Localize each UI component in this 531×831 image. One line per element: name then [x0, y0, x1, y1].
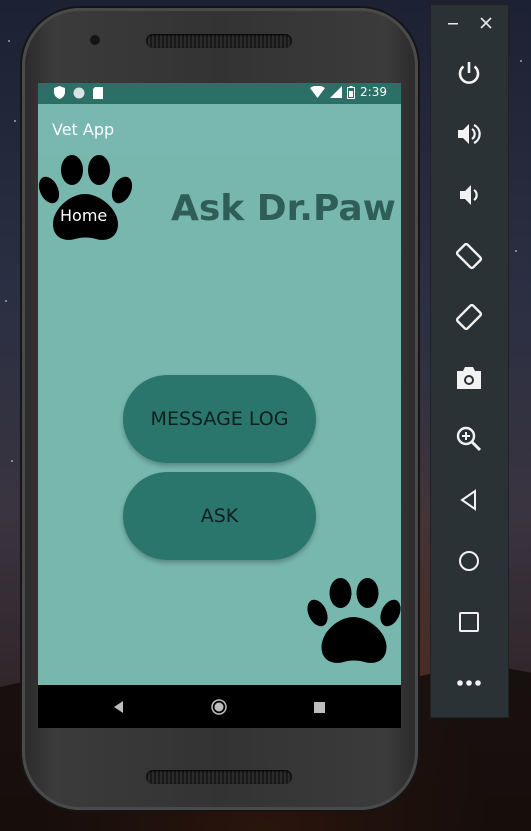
battery-icon — [347, 85, 356, 99]
volume-up-icon — [458, 124, 481, 144]
bottom-speaker — [146, 770, 292, 784]
main-content: Home Ask Dr.Paw MESSAGE LOG ASK — [38, 154, 401, 685]
nav-back-button[interactable] — [108, 696, 130, 718]
paw-icon — [38, 155, 133, 240]
minimize-button[interactable] — [445, 15, 461, 31]
emulator-panel — [431, 5, 508, 717]
ask-button[interactable]: ASK — [123, 472, 316, 560]
top-speaker — [146, 34, 292, 48]
close-button[interactable] — [478, 15, 494, 31]
camera-icon — [457, 367, 481, 389]
rotate-right-icon — [455, 303, 483, 331]
navigation-bar — [38, 685, 401, 728]
power-button[interactable] — [451, 55, 487, 91]
status-bar-system: 2:39 — [310, 85, 387, 99]
status-bar: 2:39 — [38, 83, 401, 104]
front-camera — [90, 35, 100, 45]
home-icon — [459, 551, 479, 571]
power-icon — [458, 62, 480, 84]
rotate-right-button[interactable] — [451, 299, 487, 335]
star — [520, 60, 522, 62]
panel-home-button[interactable] — [451, 543, 487, 579]
page-title: Ask Dr.Paw — [171, 188, 396, 229]
phone-screen: 2:39 Vet App Home Ask Dr.Paw MESSAGE LOG… — [38, 83, 401, 728]
more-button[interactable] — [451, 665, 487, 701]
home-label: Home — [60, 206, 108, 225]
more-icon — [457, 680, 481, 686]
shield-icon — [54, 86, 65, 99]
minimize-icon — [448, 23, 458, 25]
volume-down-icon — [460, 185, 478, 205]
nav-recents-button[interactable] — [308, 696, 330, 718]
back-icon — [460, 489, 476, 511]
star — [5, 300, 7, 302]
status-time: 2:39 — [360, 85, 387, 99]
volume-up-button[interactable] — [451, 116, 487, 152]
wifi-icon — [310, 86, 326, 98]
rotate-left-icon — [455, 242, 483, 270]
panel-overview-button[interactable] — [451, 604, 487, 640]
rotate-left-button[interactable] — [451, 238, 487, 274]
panel-back-button[interactable] — [451, 482, 487, 518]
zoom-icon — [456, 426, 482, 452]
recents-icon — [313, 701, 325, 713]
nav-home-button[interactable] — [208, 696, 230, 718]
screenshot-button[interactable] — [451, 360, 487, 396]
circle-icon — [73, 87, 85, 98]
star — [14, 120, 16, 122]
star — [8, 40, 10, 42]
home-icon — [211, 699, 227, 715]
star — [11, 460, 13, 462]
volume-down-button[interactable] — [451, 177, 487, 213]
star — [515, 250, 517, 252]
sd-card-icon — [93, 86, 103, 99]
close-icon — [480, 17, 492, 29]
signal-icon — [330, 86, 343, 98]
app-bar: Vet App — [38, 104, 401, 154]
overview-icon — [459, 612, 479, 632]
back-icon — [114, 701, 123, 713]
panel-window-controls — [431, 5, 508, 43]
message-log-button[interactable]: MESSAGE LOG — [123, 375, 316, 463]
paw-icon — [307, 578, 401, 663]
zoom-button[interactable] — [451, 421, 487, 457]
app-title: Vet App — [52, 120, 115, 139]
home-paw-button[interactable]: Home — [38, 154, 133, 244]
status-bar-notifications — [54, 86, 103, 99]
